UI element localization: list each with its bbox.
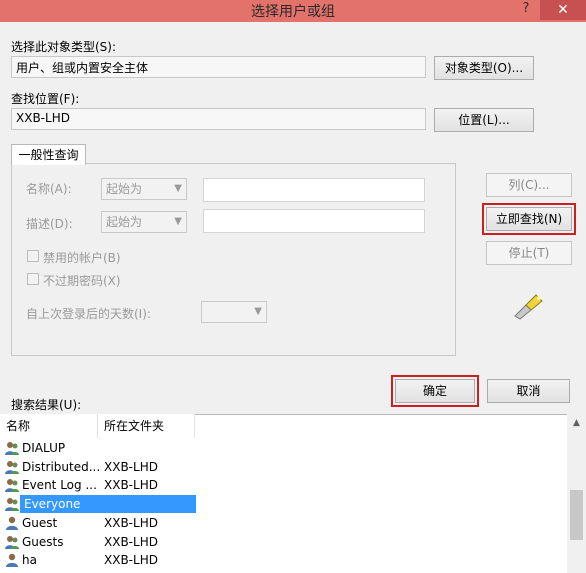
table-row[interactable]: Guest XXB-LHD [0, 514, 560, 532]
row-name: ha [22, 553, 37, 568]
close-button[interactable]: ✕ [540, 0, 586, 20]
days-since-logon-label: 自上次登录后的天数(I): [26, 307, 151, 321]
chevron-down-icon: ▼ [174, 183, 182, 194]
object-type-label: 选择此对象类型(S): [11, 40, 117, 54]
days-since-logon-select[interactable]: ▼ [201, 301, 267, 323]
disabled-accounts-label: 禁用的帐户(B) [43, 251, 121, 265]
row-folder: XXB-LHD [104, 478, 158, 493]
group-icon [4, 440, 20, 456]
column-header-folder[interactable]: 所在文件夹 [98, 414, 195, 438]
ok-button[interactable]: 确定 [391, 375, 479, 407]
row-name: Guests [22, 534, 64, 549]
description-input[interactable] [203, 209, 425, 233]
description-mode-value: 起始为 [106, 215, 143, 229]
chevron-down-icon: ▼ [174, 216, 182, 227]
row-name: DIALUP [22, 441, 66, 455]
name-label: 名称(A): [26, 182, 72, 196]
window-title: 选择用户或组 [251, 4, 335, 20]
column-header-name[interactable]: 名称 [0, 414, 98, 438]
results-scrollbar[interactable]: ▲ [567, 414, 586, 573]
nonexpiring-password-label: 不过期密码(X) [43, 274, 121, 288]
name-mode-value: 起始为 [106, 182, 143, 196]
description-mode-select[interactable]: 起始为 ▼ [101, 211, 187, 233]
row-name: Guest [22, 515, 58, 530]
row-name: Event Log ... [22, 478, 97, 493]
table-row[interactable]: Event Log ... XXB-LHD [0, 476, 560, 494]
name-mode-select[interactable]: 起始为 ▼ [101, 178, 187, 200]
tab-common-queries[interactable]: 一般性查询 [11, 144, 86, 165]
scrollbar-thumb[interactable] [570, 490, 583, 540]
name-input[interactable] [203, 178, 425, 202]
columns-button[interactable]: 列(C)... [486, 173, 572, 197]
table-row[interactable]: DIALUP [0, 439, 560, 457]
row-folder: XXB-LHD [104, 534, 158, 549]
group-icon [4, 496, 20, 512]
cancel-button[interactable]: 取消 [487, 379, 570, 403]
user-icon [4, 552, 20, 568]
table-row[interactable]: ha XXB-LHD [0, 551, 560, 569]
group-icon [4, 477, 20, 493]
scroll-up-arrow-icon[interactable]: ▲ [567, 418, 586, 428]
chevron-down-icon: ▼ [254, 306, 262, 317]
search-results-label: 搜索结果(U): [11, 398, 82, 412]
description-label: 描述(D): [26, 217, 73, 231]
disabled-accounts-checkbox[interactable] [27, 250, 39, 262]
nonexpiring-password-checkbox[interactable] [27, 273, 39, 285]
locations-button[interactable]: 位置(L)... [434, 108, 534, 132]
location-field: XXB-LHD [11, 108, 426, 130]
row-folder: XXB-LHD [104, 459, 158, 474]
stop-button[interactable]: 停止(T) [486, 241, 572, 265]
row-folder: XXB-LHD [104, 515, 158, 530]
table-row[interactable]: Guests XXB-LHD [0, 533, 560, 551]
group-icon [4, 459, 20, 475]
row-name: Distributed... [22, 459, 101, 474]
title-bar: 选择用户或组 ? ✕ [0, 0, 586, 22]
location-label: 查找位置(F): [11, 92, 80, 106]
row-name: Everyone [20, 495, 196, 514]
find-now-button[interactable]: 立即查找(N) [482, 203, 576, 235]
search-flashlight-icon [512, 292, 544, 320]
table-row[interactable]: Everyone [0, 495, 560, 514]
object-types-button[interactable]: 对象类型(O)... [434, 56, 534, 80]
row-folder: XXB-LHD [104, 553, 158, 568]
object-type-field: 用户、组或内置安全主体 [11, 56, 426, 78]
table-row[interactable]: Distributed... XXB-LHD [0, 458, 560, 476]
group-icon [4, 534, 20, 550]
help-button[interactable]: ? [516, 0, 536, 20]
user-icon [4, 515, 20, 531]
